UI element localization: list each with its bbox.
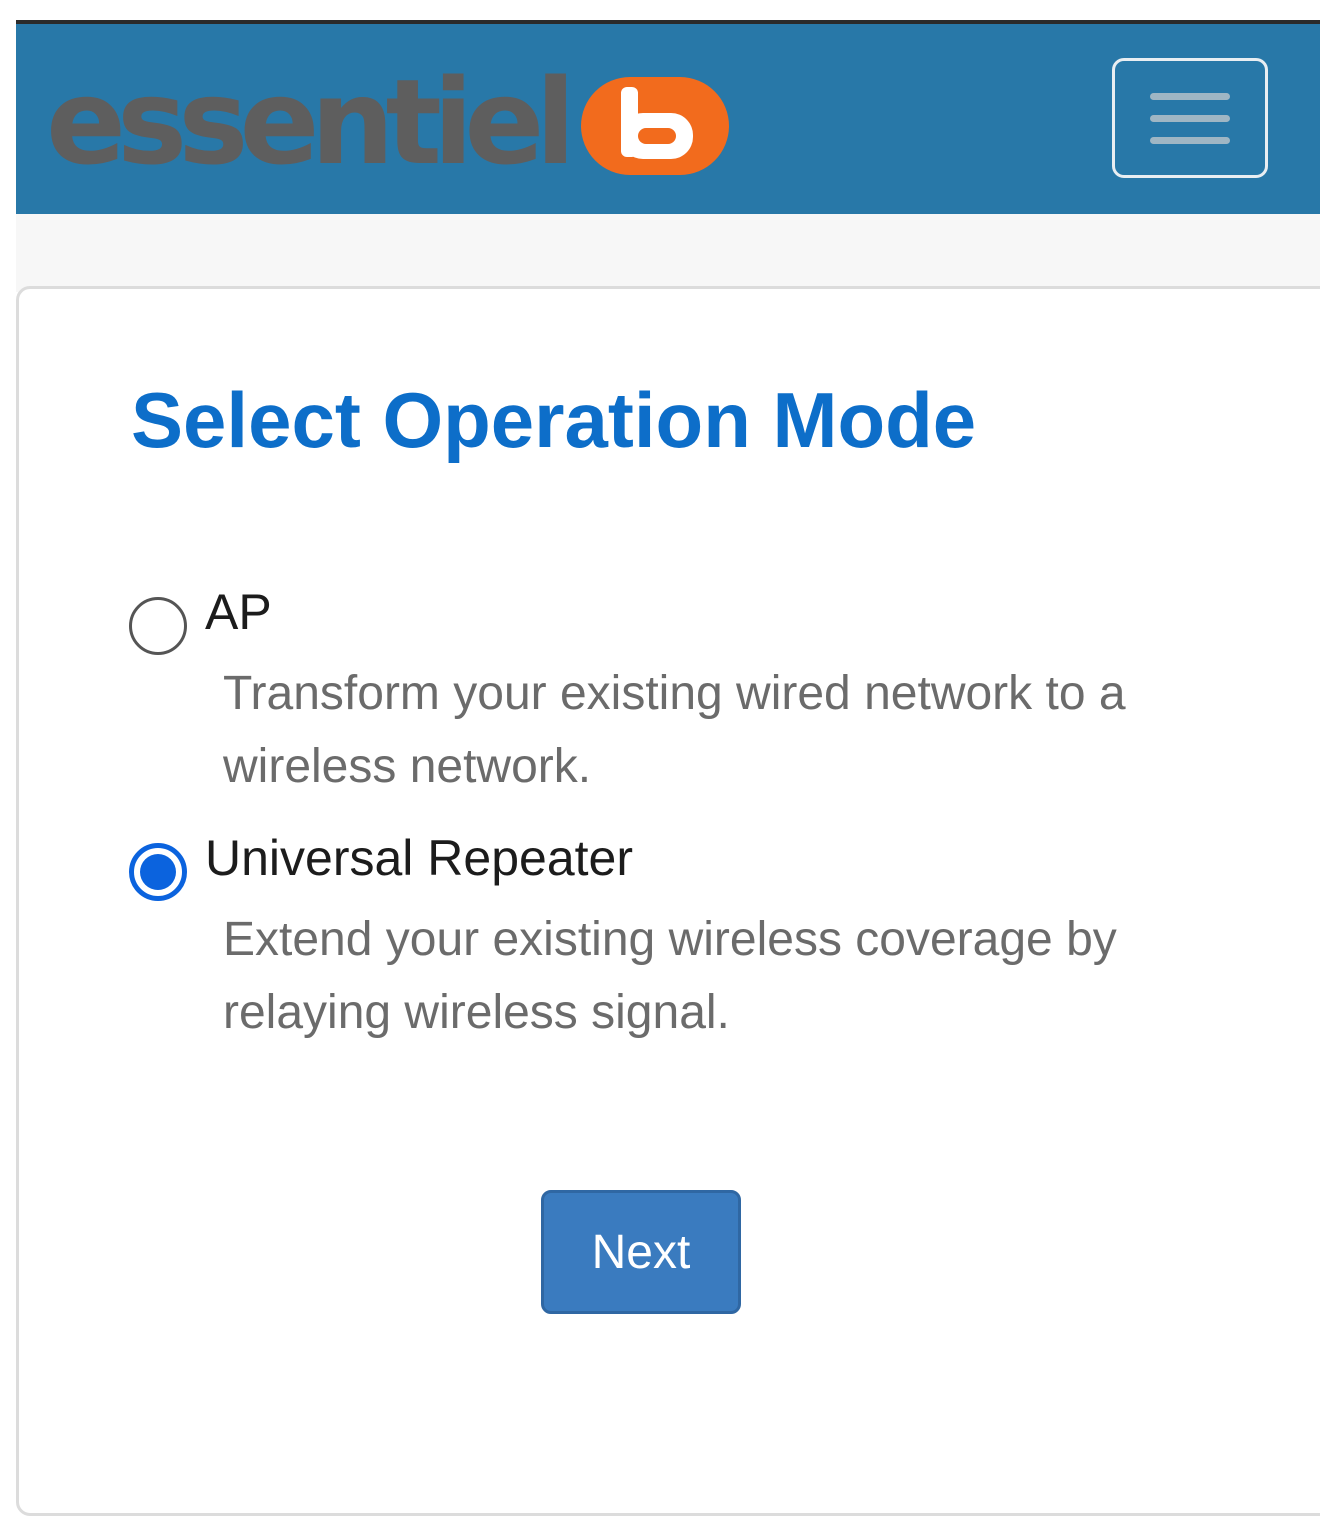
navbar: essentiel: [16, 24, 1320, 214]
option-universal-repeater-description: Extend your existing wireless coverage b…: [223, 913, 1117, 1039]
page-title: Select Operation Mode: [131, 376, 977, 464]
page-background-band: [16, 214, 1320, 292]
brand-logo[interactable]: essentiel: [46, 62, 729, 182]
option-ap-description: Transform your existing wired network to…: [223, 667, 1126, 793]
brand-logo-text: essentiel: [46, 53, 576, 191]
brand-logo-mark-icon: [580, 77, 729, 175]
option-universal-repeater-label[interactable]: Universal Repeater: [205, 829, 633, 887]
hamburger-menu-icon-bar-bottom: [1150, 136, 1230, 144]
radio-universal-repeater[interactable]: [129, 843, 187, 901]
option-ap-label[interactable]: AP: [205, 583, 272, 641]
next-button[interactable]: Next: [541, 1190, 741, 1314]
hamburger-menu-icon-bar-middle: [1150, 114, 1230, 122]
hamburger-menu-button[interactable]: [1112, 58, 1268, 178]
hamburger-menu-icon-bar-top: [1150, 92, 1230, 100]
operation-mode-card: Select Operation Mode AP Transform your …: [16, 286, 1320, 1516]
radio-ap[interactable]: [129, 597, 187, 655]
top-edge: [0, 0, 1320, 24]
